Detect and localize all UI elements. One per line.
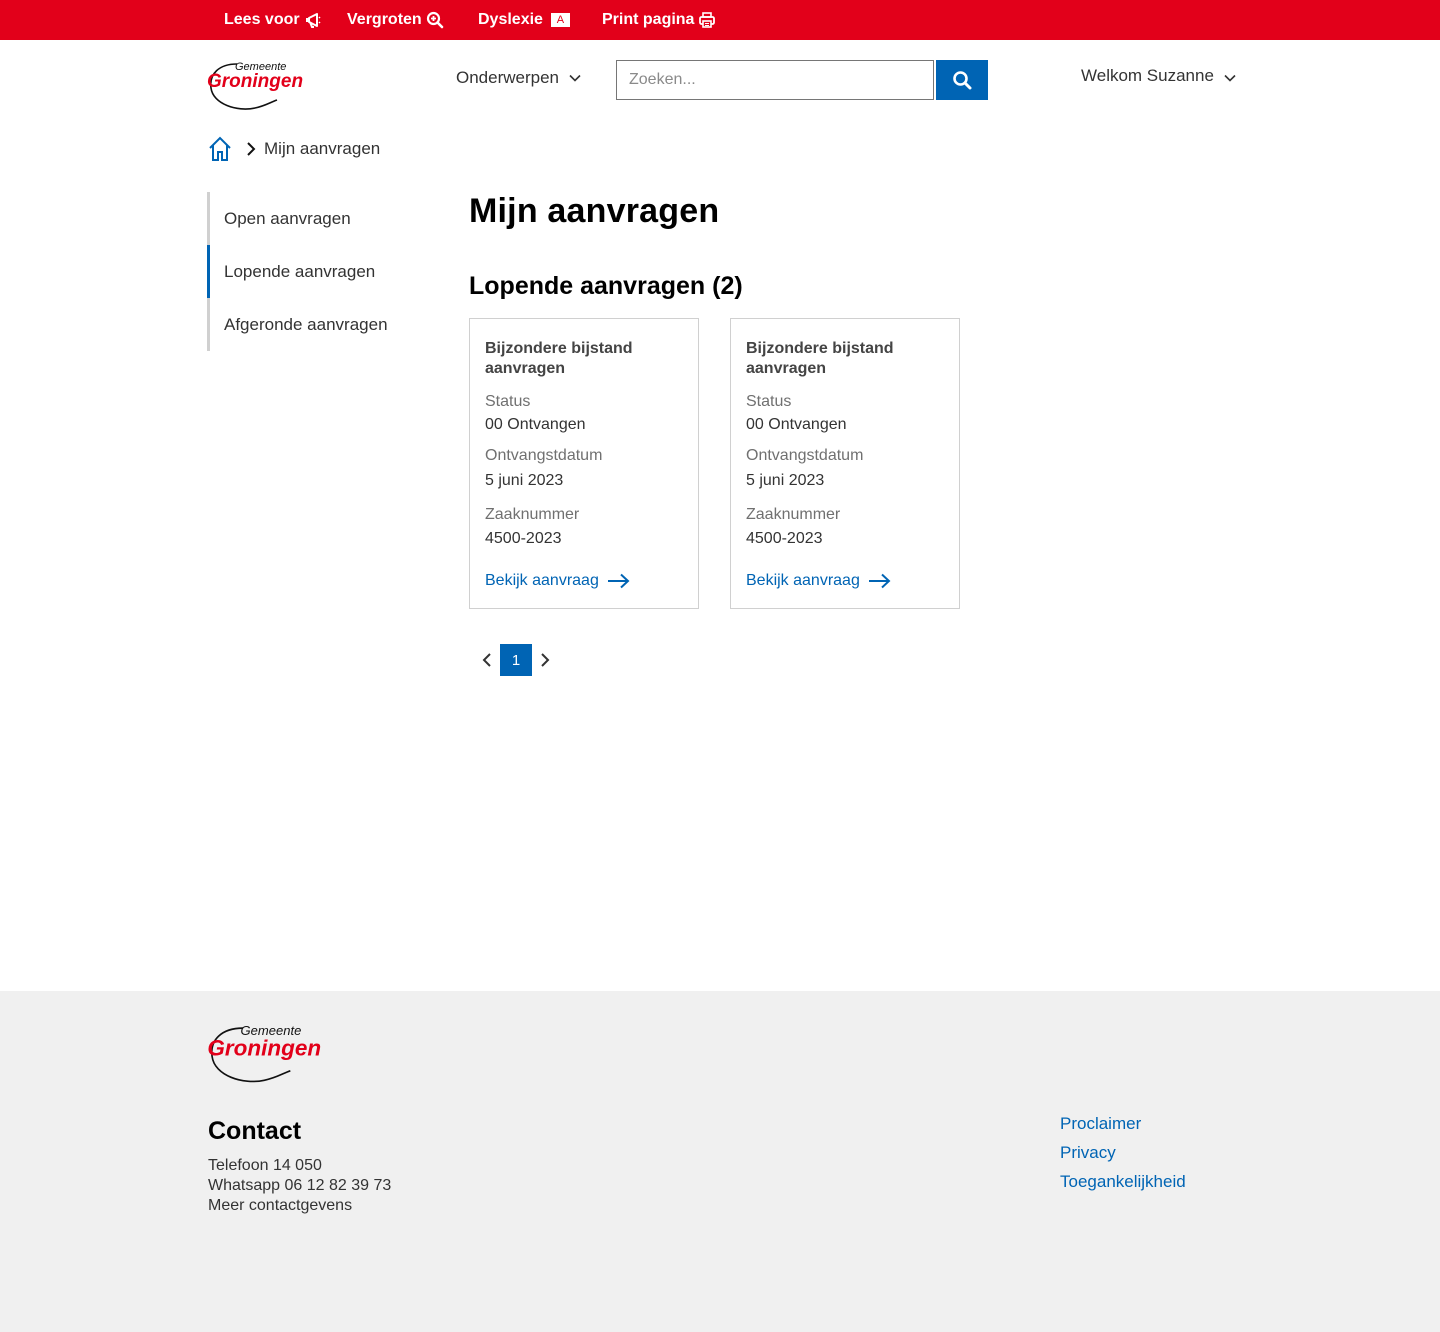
date-value: 5 juni 2023	[746, 472, 825, 489]
accessibility-bar: Lees voor Vergroten Dyslexie A Print pag…	[0, 0, 1440, 40]
chevron-right-icon	[247, 142, 256, 156]
contact-whatsapp: Whatsapp 06 12 82 39 73	[208, 1177, 392, 1194]
card-title-line2: aanvragen	[746, 360, 827, 377]
zoom-button[interactable]: Vergroten	[347, 0, 444, 40]
card-title-line2: aanvragen	[485, 360, 566, 377]
pagination: 1	[474, 644, 558, 676]
dyslexia-font-icon: A	[550, 13, 570, 27]
view-request-link[interactable]: Bekijk aanvraag	[485, 572, 631, 590]
card-title-line1: Bijzondere bijstand	[746, 340, 894, 357]
sidebar-item-lopende[interactable]: Lopende aanvragen	[207, 245, 427, 298]
groningen-logo[interactable]: Gemeente Groningen	[207, 58, 311, 117]
view-request-label: Bekijk aanvraag	[746, 572, 860, 589]
dyslexia-button[interactable]: Dyslexie A	[478, 0, 570, 40]
welcome-label: Welkom Suzanne	[1081, 66, 1214, 85]
arrow-right-icon	[868, 573, 891, 589]
next-page-button[interactable]	[532, 644, 558, 676]
sidebar-item-label: Afgeronde aanvragen	[224, 314, 388, 334]
footer-link-privacy[interactable]: Privacy	[1060, 1143, 1116, 1163]
sidebar-nav: Open aanvragen Lopende aanvragen Afgeron…	[207, 192, 427, 351]
megaphone-icon	[305, 13, 321, 28]
chevron-down-icon	[569, 74, 581, 82]
chevron-left-icon	[482, 653, 491, 667]
date-label: Ontvangstdatum	[485, 447, 603, 464]
view-request-label: Bekijk aanvraag	[485, 572, 599, 589]
zoom-in-icon	[426, 11, 443, 29]
footer-groningen-logo[interactable]: Gemeente Groningen	[207, 1021, 331, 1090]
status-value: 00 Ontvangen	[485, 416, 586, 433]
status-label: Status	[485, 393, 531, 410]
subjects-label: Onderwerpen	[456, 68, 560, 87]
sidebar-item-label: Lopende aanvragen	[224, 261, 376, 281]
case-number-value: 4500-2023	[485, 530, 562, 547]
arrow-right-icon	[607, 573, 630, 589]
page-title: Mijn aanvragen	[469, 192, 720, 230]
groningen-logo-graphic: Gemeente Groningen	[207, 61, 303, 110]
date-label: Ontvangstdatum	[746, 447, 864, 464]
previous-page-button[interactable]	[474, 644, 500, 676]
footer: Gemeente Groningen Contact Telefoon 14 0…	[0, 991, 1440, 1332]
footer-link-proclaimer[interactable]: Proclaimer	[1060, 1114, 1141, 1134]
case-number-label: Zaaknummer	[746, 506, 841, 523]
card-title: Bijzondere bijstand aanvragen	[485, 339, 683, 379]
user-menu[interactable]: Welkom Suzanne	[1081, 66, 1236, 86]
zoom-label: Vergroten	[347, 11, 422, 28]
request-card: Bijzondere bijstand aanvragen Status 00 …	[730, 318, 960, 609]
case-number-value: 4500-2023	[746, 530, 823, 547]
card-title: Bijzondere bijstand aanvragen	[746, 339, 944, 379]
search-input[interactable]	[616, 60, 934, 100]
sidebar-item-afgeronde[interactable]: Afgeronde aanvragen	[210, 298, 427, 351]
print-label: Print pagina	[602, 11, 695, 28]
search-icon	[953, 71, 972, 90]
contact-phone: Telefoon 14 050	[208, 1157, 322, 1174]
home-icon[interactable]	[208, 136, 232, 162]
card-title-line1: Bijzondere bijstand	[485, 340, 633, 357]
contact-title: Contact	[208, 1117, 302, 1145]
groningen-logo-graphic: Gemeente Groningen	[207, 1023, 321, 1083]
page-number-button[interactable]: 1	[500, 644, 532, 676]
read-aloud-label: Lees voor	[224, 11, 300, 28]
status-label: Status	[746, 393, 792, 410]
case-number-label: Zaaknummer	[485, 506, 580, 523]
view-request-link[interactable]: Bekijk aanvraag	[746, 572, 892, 590]
chevron-down-icon	[1224, 74, 1236, 82]
chevron-right-icon	[541, 653, 550, 667]
dyslexia-label: Dyslexie	[478, 11, 543, 28]
footer-link-accessibility[interactable]: Toegankelijkheid	[1060, 1172, 1186, 1192]
subjects-menu[interactable]: Onderwerpen	[456, 68, 581, 88]
status-value: 00 Ontvangen	[746, 416, 847, 433]
request-card: Bijzondere bijstand aanvragen Status 00 …	[469, 318, 699, 609]
logo-main-text: Groningen	[207, 71, 303, 92]
breadcrumb-current: Mijn aanvragen	[264, 139, 381, 158]
logo-main-text: Groningen	[207, 1035, 321, 1060]
read-aloud-button[interactable]: Lees voor	[224, 0, 322, 40]
search-button[interactable]	[936, 60, 988, 100]
sidebar-item-label: Open aanvragen	[224, 208, 351, 228]
contact-more-link[interactable]: Meer contactgevens	[208, 1197, 352, 1215]
sidebar-item-open[interactable]: Open aanvragen	[210, 192, 427, 245]
section-title: Lopende aanvragen (2)	[469, 272, 743, 300]
breadcrumb: Mijn aanvragen	[208, 135, 380, 163]
printer-icon	[699, 12, 716, 28]
print-button[interactable]: Print pagina	[602, 0, 716, 40]
date-value: 5 juni 2023	[485, 472, 564, 489]
